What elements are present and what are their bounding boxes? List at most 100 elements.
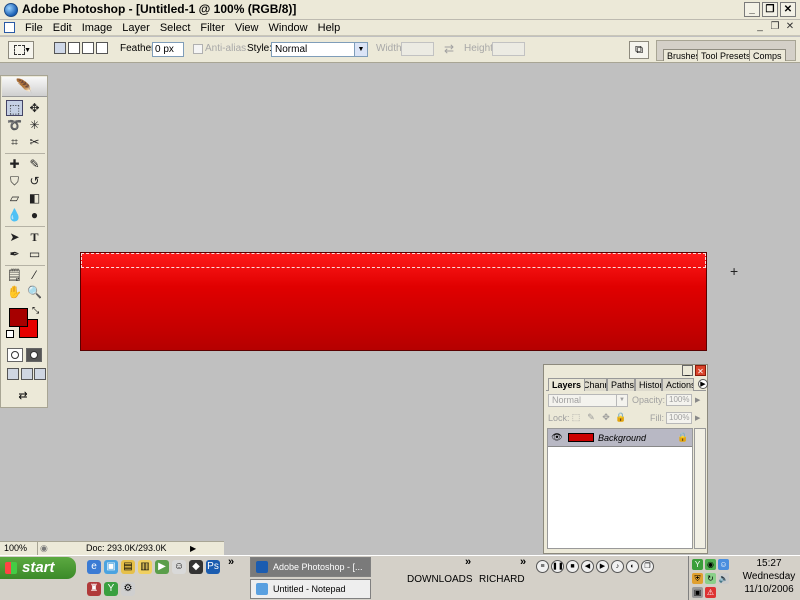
status-menu-arrow-icon[interactable]: ▶: [190, 542, 196, 555]
update-icon[interactable]: ↻: [705, 573, 716, 584]
subtract-from-selection-button[interactable]: [82, 42, 94, 54]
settings-icon[interactable]: ⚙: [121, 582, 135, 596]
full-screen-mode-button[interactable]: [34, 368, 46, 380]
move-tool-icon[interactable]: ✥: [26, 100, 43, 116]
hand-tool-icon[interactable]: ✋: [6, 284, 23, 300]
doc-minimize-button[interactable]: _: [754, 21, 766, 33]
stop-icon[interactable]: ■: [566, 559, 579, 573]
healing-brush-tool-icon[interactable]: ✚: [6, 156, 23, 172]
menu-select[interactable]: Select: [155, 21, 196, 35]
show-desktop-icon[interactable]: ▣: [104, 560, 118, 574]
slice-tool-icon[interactable]: ✂: [26, 134, 43, 150]
display-icon[interactable]: ▣: [692, 587, 703, 598]
volume-tray-icon[interactable]: 🔈: [718, 573, 729, 584]
layer-row[interactable]: 👁 Background 🔒: [548, 429, 692, 447]
explorer-icon[interactable]: ▥: [138, 560, 152, 574]
downloads-toolbar[interactable]: DOWNLOADS: [407, 574, 473, 585]
palette-close-button[interactable]: ✕: [695, 365, 706, 376]
network-icon[interactable]: ◉: [705, 559, 716, 570]
type-tool-icon[interactable]: T: [26, 229, 43, 245]
tool-preset-picker[interactable]: ▼: [8, 41, 34, 59]
width-input[interactable]: [401, 42, 434, 56]
history-brush-tool-icon[interactable]: ↺: [26, 173, 43, 189]
lock-transparency-icon[interactable]: ⬚: [571, 412, 581, 422]
jump-to-imageready-icon[interactable]: ⇄: [7, 388, 39, 404]
add-to-selection-button[interactable]: [68, 42, 80, 54]
security-icon[interactable]: ⚠: [705, 587, 716, 598]
doc-close-button[interactable]: ✕: [784, 21, 796, 33]
close-button[interactable]: ✕: [780, 2, 796, 17]
menu-help[interactable]: Help: [313, 21, 346, 35]
palette-minimize-button[interactable]: _: [682, 365, 693, 376]
eraser-tool-icon[interactable]: ▱: [6, 190, 23, 206]
eyedropper-tool-icon[interactable]: ⁄: [26, 267, 43, 283]
menu-view[interactable]: View: [230, 21, 264, 35]
quicklaunch-chevron-icon[interactable]: »: [228, 556, 234, 568]
previous-icon[interactable]: ◀: [581, 559, 594, 573]
new-selection-button[interactable]: [54, 42, 66, 54]
messenger-icon[interactable]: ☺: [172, 560, 186, 574]
fill-arrow-icon[interactable]: ▶: [695, 414, 700, 422]
notes-tool-icon[interactable]: 🗒: [6, 267, 23, 283]
zoom-tool-icon[interactable]: 🔍: [26, 284, 43, 300]
blend-mode-select[interactable]: Normal ▼: [548, 394, 628, 407]
opacity-input[interactable]: 100%: [666, 394, 692, 406]
start-button[interactable]: start: [0, 557, 76, 579]
toolbar-chevron-icon[interactable]: »: [520, 556, 526, 568]
quick-mask-button[interactable]: [26, 348, 42, 362]
tab-layers[interactable]: Layers: [548, 378, 586, 391]
gradient-tool-icon[interactable]: ◧: [26, 190, 43, 206]
menu-file[interactable]: File: [20, 21, 48, 35]
folder-icon[interactable]: ▤: [121, 560, 135, 574]
file-browser-button[interactable]: ⧉: [629, 41, 649, 59]
volume-icon[interactable]: ◐: [626, 559, 639, 573]
lock-image-icon[interactable]: ✎: [586, 412, 596, 422]
clock[interactable]: 15:27 Wednesday 11/10/2006: [737, 557, 800, 596]
style-select[interactable]: Normal ▼: [271, 42, 368, 57]
zoom-level[interactable]: 100%: [2, 542, 38, 555]
dodge-tool-icon[interactable]: ●: [26, 207, 43, 223]
fill-input[interactable]: 100%: [666, 412, 692, 424]
task-notepad[interactable]: Untitled - Notepad: [250, 579, 371, 599]
menu-layer[interactable]: Layer: [117, 21, 155, 35]
menu-edit[interactable]: Edit: [48, 21, 77, 35]
well-tab-tool-presets[interactable]: Tool Presets: [697, 49, 755, 61]
lock-position-icon[interactable]: ✥: [601, 412, 611, 422]
full-screen-menu-mode-button[interactable]: [21, 368, 33, 380]
tray-app-icon[interactable]: ♜: [87, 582, 101, 596]
well-tab-comps[interactable]: Comps: [749, 49, 786, 61]
messenger-tray-icon[interactable]: ☺: [718, 559, 729, 570]
layers-scrollbar[interactable]: [694, 428, 706, 549]
palette-title-bar[interactable]: _ ✕: [544, 365, 707, 377]
path-selection-tool-icon[interactable]: ➤: [6, 229, 23, 245]
yahoo-tray-icon[interactable]: Y: [692, 559, 703, 570]
photoshop-app-icon[interactable]: [4, 3, 18, 17]
yahoo-icon[interactable]: Y: [104, 582, 118, 596]
document-canvas[interactable]: [80, 252, 707, 351]
magic-wand-tool-icon[interactable]: ✳: [26, 117, 43, 133]
pause-icon[interactable]: ❚❚: [551, 559, 564, 573]
antivirus-icon[interactable]: ⛨: [692, 573, 703, 584]
tab-history[interactable]: History: [635, 378, 662, 391]
document-icon[interactable]: [4, 22, 15, 33]
standard-screen-mode-button[interactable]: [7, 368, 19, 380]
next-icon[interactable]: ▶: [596, 559, 609, 573]
antialias-checkbox[interactable]: [193, 44, 203, 54]
rectangular-marquee-tool-icon[interactable]: ⬚: [6, 100, 23, 116]
eye-icon[interactable]: 👁: [551, 432, 563, 443]
brush-tool-icon[interactable]: ✎: [26, 156, 43, 172]
menu-window[interactable]: Window: [264, 21, 313, 35]
lock-all-icon[interactable]: 🔒: [615, 412, 626, 422]
task-photoshop[interactable]: Adobe Photoshop - [...: [250, 557, 371, 577]
photoshop-quicklaunch-icon[interactable]: Ps: [206, 560, 220, 574]
menu-filter[interactable]: Filter: [195, 21, 229, 35]
rectangle-tool-icon[interactable]: ▭: [26, 246, 43, 262]
menu-image[interactable]: Image: [77, 21, 118, 35]
foreground-color-swatch[interactable]: [9, 308, 28, 327]
intersect-selection-button[interactable]: [96, 42, 108, 54]
blur-tool-icon[interactable]: 💧: [6, 207, 23, 223]
standard-mode-button[interactable]: [7, 348, 23, 362]
crop-tool-icon[interactable]: ⌗: [6, 134, 23, 150]
restore-button[interactable]: ❐: [762, 2, 778, 17]
palette-menu-icon[interactable]: ▶: [698, 379, 708, 389]
